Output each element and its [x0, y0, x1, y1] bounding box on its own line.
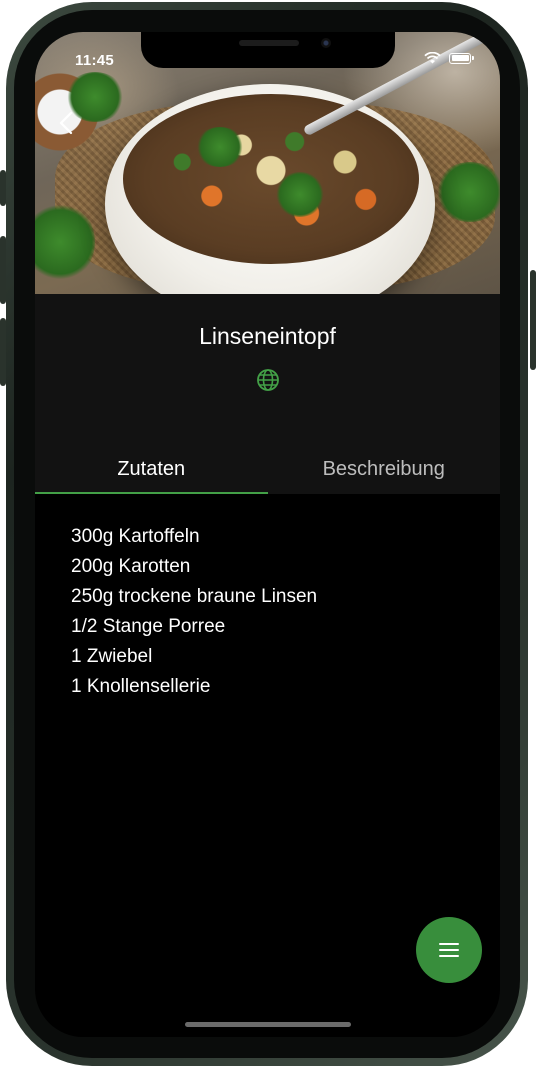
- volume-up-button: [0, 236, 6, 304]
- list-item: 250g trockene braune Linsen: [71, 586, 318, 607]
- tab-label: Zutaten: [117, 457, 186, 480]
- back-button[interactable]: [51, 108, 81, 138]
- lentil-stew: [123, 94, 419, 264]
- tab-label: Beschreibung: [322, 457, 445, 480]
- list-item: 300g Kartoffeln: [71, 526, 200, 547]
- globe-icon: [257, 369, 279, 391]
- parsley-garnish: [435, 162, 500, 222]
- screen: 11:45 Linseneintopf Zutaten Beschreibung…: [35, 32, 500, 1037]
- volume-down-button: [0, 318, 6, 386]
- chevron-left-icon: [59, 111, 73, 135]
- recipe-title: Linseneintopf: [199, 323, 336, 349]
- list-item: 1/2 Stange Porree: [71, 616, 226, 637]
- speaker-grille: [239, 40, 299, 46]
- recipe-image: [35, 32, 500, 294]
- power-button: [530, 270, 536, 370]
- tab-ingredients[interactable]: Zutaten: [35, 444, 268, 494]
- parsley-garnish: [195, 127, 245, 167]
- status-time: 11:45: [75, 52, 115, 69]
- parsley-garnish: [275, 172, 325, 217]
- wifi-icon: [424, 52, 441, 64]
- list-item: 1 Zwiebel: [71, 646, 153, 667]
- home-indicator[interactable]: [185, 1022, 351, 1027]
- ingredient-list: 300g Kartoffeln 200g Karotten 250g trock…: [71, 522, 317, 702]
- active-tab-indicator: [35, 492, 268, 494]
- status-icons: [424, 52, 474, 64]
- tab-description[interactable]: Beschreibung: [268, 444, 501, 494]
- list-item: 200g Karotten: [71, 556, 191, 577]
- battery-tip: [472, 56, 474, 60]
- notch: [141, 32, 395, 68]
- menu-icon: [439, 943, 459, 957]
- battery-icon: [449, 52, 471, 64]
- open-source-link-button[interactable]: [255, 367, 281, 393]
- mute-switch: [0, 170, 6, 206]
- front-camera: [321, 38, 331, 48]
- menu-fab-button[interactable]: [416, 917, 482, 983]
- list-item: 1 Knollensellerie: [71, 676, 211, 697]
- tab-bar: Zutaten Beschreibung: [35, 444, 500, 494]
